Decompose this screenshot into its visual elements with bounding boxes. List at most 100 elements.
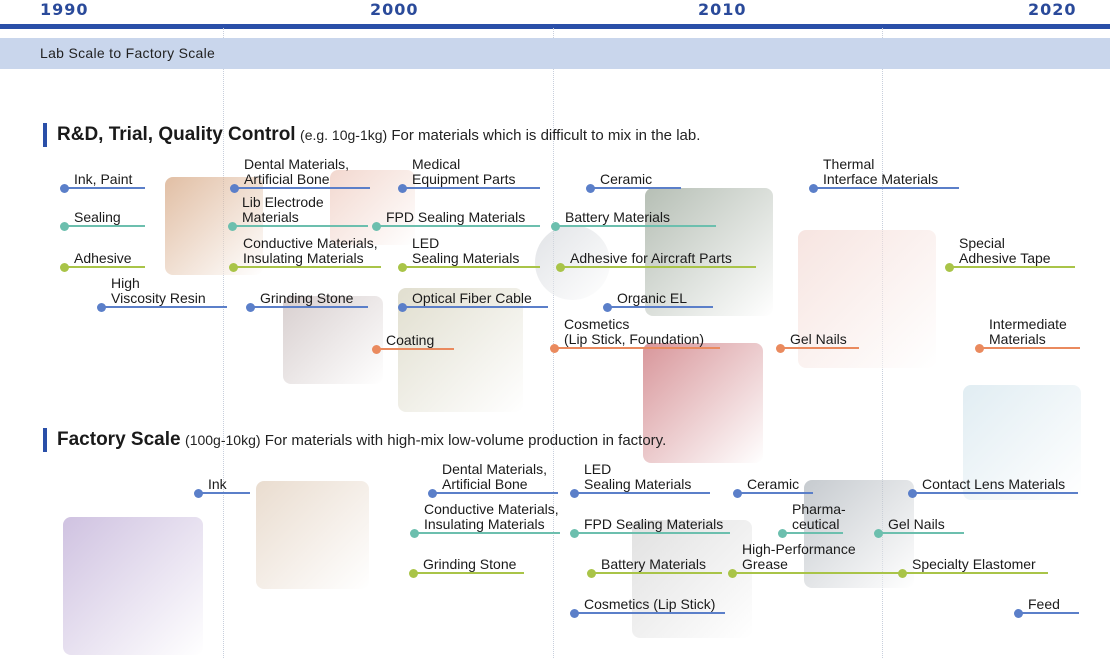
rnd-item-label: Medical Equipment Parts [412,156,516,187]
factory-item-label: Contact Lens Materials [922,476,1066,492]
factory-item-label: Ceramic [747,476,800,492]
factory-item-label: Specialty Elastomer [912,556,1036,572]
rnd-item: Optical Fiber Cable [398,274,548,312]
rnd-item: FPD Sealing Materials [372,193,540,231]
rnd-item-label: Optical Fiber Cable [412,290,532,306]
factory-item: Specialty Elastomer [898,540,1048,578]
factory-title: Factory Scale [57,429,181,450]
bullet-dot-icon [728,569,737,578]
item-underline [402,266,540,268]
rnd-item: High Viscosity Resin [97,274,227,312]
rnd-item-label: Special Adhesive Tape [959,235,1051,266]
year-1990: 1990 [40,0,89,19]
bullet-dot-icon [556,263,565,272]
rnd-item: Medical Equipment Parts [398,155,540,193]
item-underline [813,187,959,189]
bullet-dot-icon [228,222,237,231]
rnd-item-label: Adhesive for Aircraft Parts [570,250,732,266]
bullet-dot-icon [570,529,579,538]
factory-item: High-Performance Grease [728,540,908,578]
pigment-powder-photo [63,517,203,655]
rnd-item-label: Organic EL [617,290,688,306]
factory-item: Dental Materials, Artificial Bone [428,460,558,498]
item-underline [574,492,710,494]
factory-item-label: Conductive Materials, Insulating Materia… [424,501,559,532]
bullet-dot-icon [230,184,239,193]
rnd-item-label: Ink, Paint [74,171,133,187]
rnd-item-label: Adhesive [74,250,132,266]
factory-item-label: Dental Materials, Artificial Bone [442,461,548,492]
bullet-dot-icon [908,489,917,498]
bullet-dot-icon [428,489,437,498]
item-underline [878,532,964,534]
factory-item: Battery Materials [587,540,722,578]
rnd-item-label: Battery Materials [565,209,671,225]
item-underline [912,492,1078,494]
factory-description: For materials with high-mix low-volume p… [264,432,667,449]
factory-item: LED Sealing Materials [570,460,710,498]
item-underline [432,492,558,494]
rnd-item-label: High Viscosity Resin [111,275,206,306]
item-underline [64,187,145,189]
rnd-item-label: LED Sealing Materials [412,235,520,266]
bullet-dot-icon [60,222,69,231]
rnd-item-label: Conductive Materials, Insulating Materia… [243,235,378,266]
bullet-dot-icon [372,345,381,354]
bullet-dot-icon [945,263,954,272]
factory-item-label: Battery Materials [601,556,707,572]
rnd-item: Conductive Materials, Insulating Materia… [229,234,381,272]
rnd-item: Special Adhesive Tape [945,234,1075,272]
rnd-item-label: Ceramic [600,171,653,187]
factory-item: Conductive Materials, Insulating Materia… [410,500,560,538]
band-label: Lab Scale to Factory Scale [40,45,216,61]
year-2010: 2010 [698,0,747,19]
bullet-dot-icon [733,489,742,498]
item-underline [732,572,908,574]
rnd-item-label: Intermediate Materials [989,316,1067,347]
rnd-item: Battery Materials [551,193,716,231]
item-underline [574,612,725,614]
item-underline [560,266,756,268]
rnd-item-label: Coating [386,332,435,348]
item-underline [376,225,540,227]
bullet-dot-icon [410,529,419,538]
grinding-wheel-photo [283,296,383,384]
bullet-dot-icon [551,222,560,231]
item-underline [902,572,1048,574]
rnd-item: Ink, Paint [60,155,145,193]
rnd-item: Cosmetics (Lip Stick, Foundation) [550,315,720,353]
factory-item: Ceramic [733,460,813,498]
item-underline [607,306,713,308]
paint-cans-photo [256,481,369,589]
item-underline [232,225,368,227]
factory-item-label: FPD Sealing Materials [584,516,724,532]
factory-item-label: Grinding Stone [423,556,517,572]
rnd-item: Thermal Interface Materials [809,155,959,193]
rnd-item: Dental Materials, Artificial Bone [230,155,370,193]
bullet-dot-icon [398,263,407,272]
bullet-dot-icon [246,303,255,312]
rnd-item: Gel Nails [776,315,859,353]
scale-band: Lab Scale to Factory Scale [0,38,1110,69]
bullet-dot-icon [587,569,596,578]
item-underline [555,225,716,227]
rnd-item-label: Lib Electrode Materials [242,194,324,225]
item-underline [554,347,720,349]
bullet-dot-icon [776,344,785,353]
item-underline [591,572,722,574]
year-2020: 2020 [1028,0,1077,19]
factory-item-label: Pharma- ceutical [792,501,846,532]
item-underline [949,266,1075,268]
rnd-heading: R&D, Trial, Quality Control (e.g. 10g-1k… [43,123,700,147]
item-underline [198,492,250,494]
rnd-item: Lib Electrode Materials [228,193,368,231]
bullet-dot-icon [778,529,787,538]
factory-item-label: Ink [208,476,227,492]
rnd-item-label: FPD Sealing Materials [386,209,526,225]
factory-item: Ink [194,460,250,498]
factory-item-label: Feed [1028,596,1060,612]
item-underline [979,347,1080,349]
rnd-item: LED Sealing Materials [398,234,540,272]
item-underline [101,306,227,308]
item-underline [250,306,368,308]
